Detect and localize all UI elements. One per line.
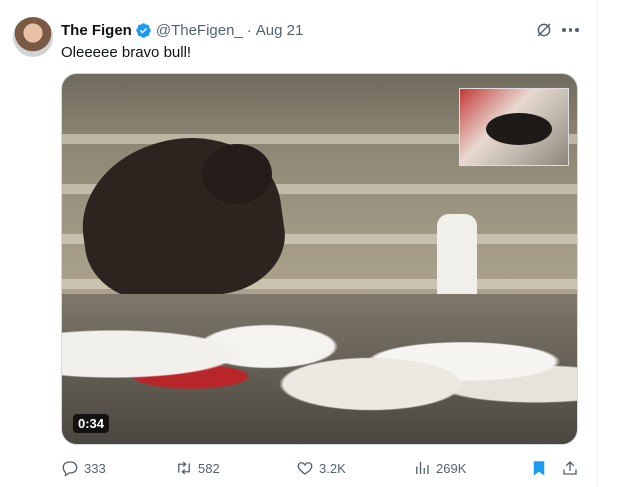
like-icon [297,462,313,475]
view-count: 269K [436,460,467,476]
author-handle[interactable]: @TheFigen_ [156,22,243,39]
views-button[interactable]: 269K [413,459,466,477]
retweet-icon [178,461,190,475]
share-icon[interactable] [561,459,579,477]
video-duration: 0:34 [73,414,110,433]
retweet-count: 582 [198,460,220,476]
like-count: 3.2K [319,460,346,476]
reply-button[interactable]: 333 [61,459,106,477]
separator-dot: · [246,21,252,39]
tweet-date[interactable]: Aug 21 [256,22,304,39]
bookmark-icon[interactable] [530,459,548,477]
inset-bull-image [486,113,552,145]
more-icon[interactable] [562,28,579,32]
author-name[interactable]: The Figen [61,22,132,39]
verified-badge-icon [136,22,151,38]
video-player[interactable]: 0:34 [61,73,578,445]
timeline-border [597,0,598,487]
tweet-header: The Figen @TheFigen_ · Aug 21 [61,20,303,40]
bull-head-image [202,144,272,204]
avatar[interactable] [13,17,53,57]
grok-icon[interactable] [535,21,553,39]
action-bar: 333 582 3.2K 269K [0,459,619,479]
like-button[interactable]: 3.2K [296,459,346,477]
reply-icon [62,461,78,477]
inset-video-frame [459,88,569,166]
crowd-image [62,294,577,444]
views-icon [416,462,429,474]
tweet-text: Oleeeee bravo bull! [61,44,192,61]
reply-count: 333 [84,460,106,476]
retweet-button[interactable]: 582 [175,459,220,477]
